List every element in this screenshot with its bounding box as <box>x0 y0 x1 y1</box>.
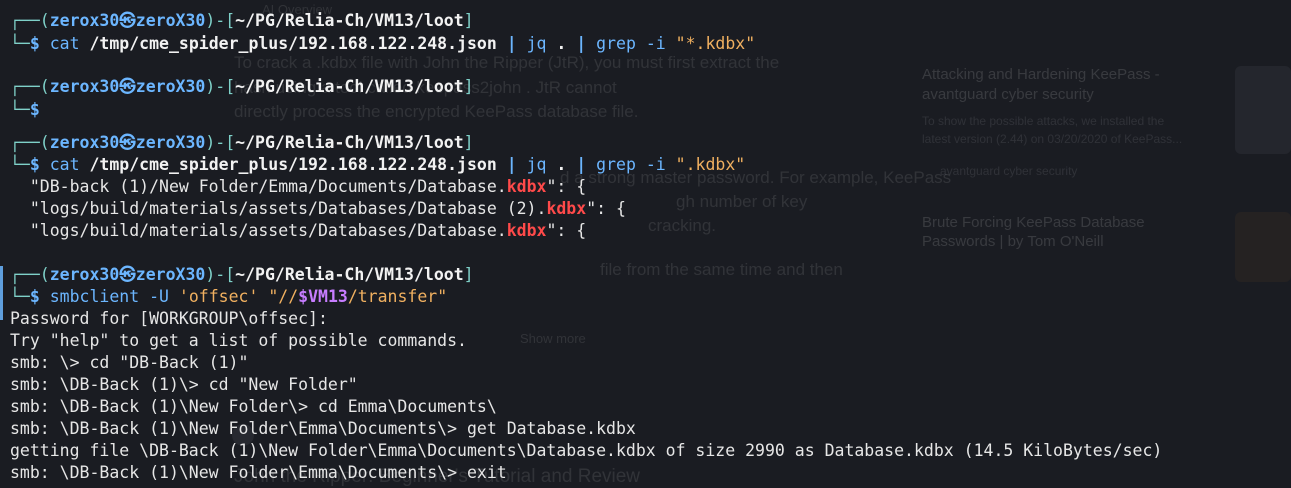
output-line: smb: \DB-Back (1)\> cd "New Folder" <box>10 375 358 394</box>
skull-icon: ㉿ <box>119 77 136 96</box>
prompt-header: ┌──(zerox30㉿zeroX30)-[~/PG/Relia-Ch/VM13… <box>10 77 474 96</box>
output-line: smb: \> cd "DB-Back (1)" <box>10 353 249 372</box>
prompt-header: ┌──(zerox30㉿zeroX30)-[~/PG/Relia-Ch/VM13… <box>10 265 474 284</box>
command-line: └─$ <box>10 100 50 119</box>
skull-icon: ㉿ <box>119 265 136 284</box>
output-line: Password for [WORKGROUP\offsec]: <box>10 309 328 328</box>
skull-icon: ㉿ <box>119 133 136 152</box>
output-line: smb: \DB-Back (1)\New Folder\> cd Emma\D… <box>10 397 497 416</box>
command-line: └─$ smbclient -U 'offsec' "//$VM13/trans… <box>10 287 448 306</box>
output-line: getting file \DB-Back (1)\New Folder\Emm… <box>10 441 1163 460</box>
grep-result-line: "DB-back (1)/New Folder/Emma/Documents/D… <box>10 177 587 196</box>
command-line: └─$ cat /tmp/cme_spider_plus/192.168.122… <box>10 155 746 174</box>
output-line: smb: \DB-Back (1)\New Folder\Emma\Docume… <box>10 463 507 482</box>
prompt-header: ┌──(zerox30㉿zeroX30)-[~/PG/Relia-Ch/VM13… <box>10 11 474 30</box>
output-line: smb: \DB-Back (1)\New Folder\Emma\Docume… <box>10 419 636 438</box>
active-block-indicator <box>0 266 3 320</box>
skull-icon: ㉿ <box>119 11 136 30</box>
prompt-header: ┌──(zerox30㉿zeroX30)-[~/PG/Relia-Ch/VM13… <box>10 133 474 152</box>
grep-result-line: "logs/build/materials/assets/Databases/D… <box>10 199 626 218</box>
output-line: Try "help" to get a list of possible com… <box>10 331 467 350</box>
command-line: └─$ cat /tmp/cme_spider_plus/192.168.122… <box>10 34 756 53</box>
grep-result-line: "logs/build/materials/assets/Databases/D… <box>10 221 587 240</box>
terminal-output[interactable]: ┌──(zerox30㉿zeroX30)-[~/PG/Relia-Ch/VM13… <box>10 10 1291 486</box>
